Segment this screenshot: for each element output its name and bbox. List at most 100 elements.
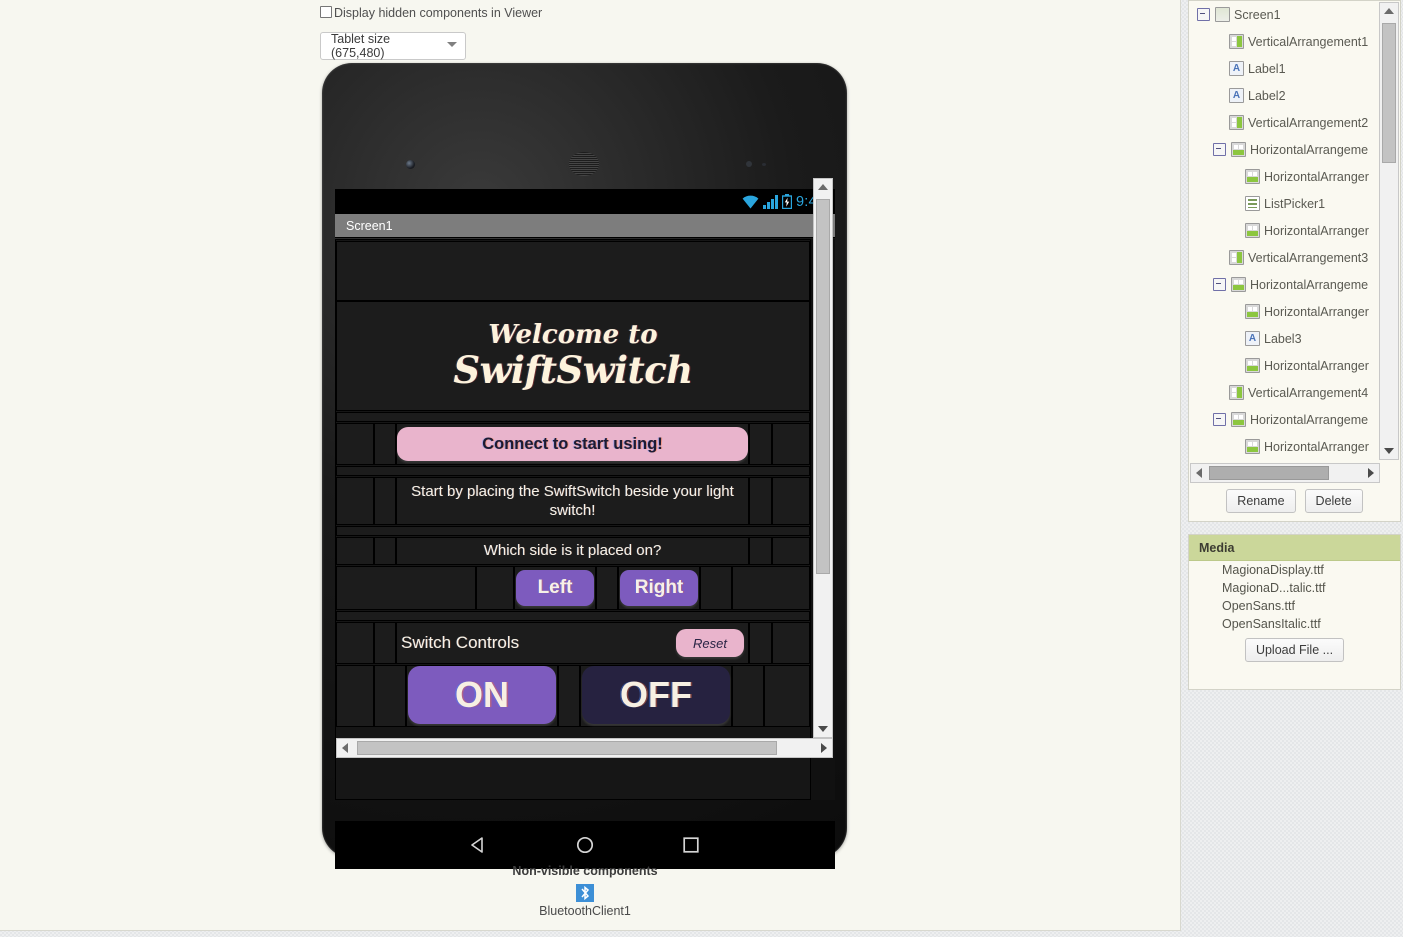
media-panel-header: Media [1189, 535, 1400, 561]
tree-node[interactable]: A Label1 [1189, 55, 1380, 82]
upload-file-button[interactable]: Upload File ... [1244, 638, 1345, 662]
on-off-row: ON OFF [336, 665, 810, 727]
screen-size-select[interactable]: Tablet size (675,480) [320, 32, 466, 60]
right-button[interactable]: Right [620, 570, 698, 606]
tree-node-label: Label1 [1248, 61, 1286, 76]
rename-button[interactable]: Rename [1226, 489, 1296, 513]
tree-toggle-placeholder [1229, 333, 1240, 344]
welcome-label: Welcome to [488, 319, 658, 350]
vertical-arrangement-5[interactable] [336, 611, 810, 621]
non-visible-component-label[interactable]: BluetoothClient1 [0, 904, 1170, 918]
tree-collapse-toggle-icon[interactable] [1213, 413, 1226, 426]
tree-scroll-right-icon[interactable] [1368, 468, 1374, 478]
tree-node[interactable]: VerticalArrangement2 [1189, 109, 1380, 136]
tree-scroll-down-icon[interactable] [1384, 448, 1394, 454]
on-button[interactable]: ON [408, 666, 556, 724]
media-file-item[interactable]: MagionaDisplay.ttf [1189, 561, 1400, 579]
horizontal-arrangement-icon [1245, 304, 1260, 319]
tree-node[interactable]: HorizontalArranger [1189, 217, 1380, 244]
scroll-right-icon[interactable] [821, 743, 827, 753]
vertical-arrangement-4[interactable] [336, 526, 810, 536]
media-file-item[interactable]: OpenSansItalic.ttf [1189, 615, 1400, 633]
left-button[interactable]: Left [516, 570, 594, 606]
tree-node[interactable]: HorizontalArranger [1189, 163, 1380, 190]
tree-horizontal-scrollbar-thumb[interactable] [1209, 466, 1329, 480]
reset-button[interactable]: Reset [676, 629, 744, 657]
tree-node[interactable]: A Label2 [1189, 82, 1380, 109]
tree-node-label: Label3 [1264, 331, 1302, 346]
row-pad-left-outer [336, 423, 374, 465]
tree-node[interactable]: A Label3 [1189, 325, 1380, 352]
tree-vertical-scrollbar-thumb[interactable] [1382, 23, 1396, 163]
horizontal-scrollbar-thumb[interactable] [357, 741, 777, 755]
tree-toggle-placeholder [1229, 306, 1240, 317]
vertical-arrangement-title[interactable]: Welcome to SwiftSwitch [336, 301, 810, 411]
lr-gap [596, 566, 618, 610]
viewer-vertical-scrollbar[interactable] [813, 178, 833, 738]
tree-collapse-toggle-icon[interactable] [1197, 8, 1210, 21]
off-button-container: OFF [580, 665, 732, 727]
tree-toggle-placeholder [1229, 441, 1240, 452]
onoff-pad-left-inner [374, 665, 406, 727]
app-title-text: Screen1 [346, 218, 393, 233]
scroll-up-icon[interactable] [818, 184, 828, 190]
tree-collapse-toggle-icon[interactable] [1213, 143, 1226, 156]
tree-scroll-up-icon[interactable] [1384, 8, 1394, 14]
scroll-left-icon[interactable] [342, 743, 348, 753]
recents-icon[interactable] [681, 835, 701, 855]
back-icon[interactable] [469, 835, 489, 855]
tree-vertical-scrollbar[interactable] [1379, 2, 1399, 460]
tree-node[interactable]: ListPicker1 [1189, 190, 1380, 217]
question-container: Which side is it placed on? [396, 537, 749, 565]
off-button[interactable]: OFF [582, 666, 730, 724]
tree-node[interactable]: Screen1 [1189, 1, 1380, 28]
display-hidden-components-checkbox[interactable] [320, 6, 332, 18]
tree-node[interactable]: VerticalArrangement4 [1189, 379, 1380, 406]
app-screen: Welcome to SwiftSwitch Connect to start … [335, 239, 835, 800]
row-pad-right-inner [749, 622, 772, 664]
lr-pad-right-inner [700, 566, 732, 610]
scroll-down-icon[interactable] [818, 726, 828, 732]
tree-node[interactable]: HorizontalArrangeme [1189, 271, 1380, 298]
tree-toggle-placeholder [1229, 225, 1240, 236]
tree-node[interactable]: HorizontalArranger [1189, 352, 1380, 379]
vertical-arrangement-1[interactable] [336, 241, 810, 301]
tree-toggle-placeholder [1213, 36, 1224, 47]
tree-horizontal-scrollbar[interactable] [1190, 463, 1380, 483]
home-icon[interactable] [575, 835, 595, 855]
tree-node-label: HorizontalArranger [1264, 304, 1369, 319]
viewer-controls: Display hidden components in Viewer Tabl… [320, 6, 740, 60]
instruction-label: Start by placing the SwiftSwitch beside … [411, 482, 734, 519]
viewer-horizontal-scrollbar[interactable] [336, 738, 833, 758]
media-file-item[interactable]: OpenSans.ttf [1189, 597, 1400, 615]
vertical-arrangement-icon [1229, 250, 1244, 265]
row-pad-left-inner [374, 537, 396, 565]
tree-node-label: Screen1 [1234, 7, 1281, 22]
tree-toggle-placeholder [1213, 387, 1224, 398]
tree-node[interactable]: HorizontalArrangeme [1189, 136, 1380, 163]
tree-node[interactable]: VerticalArrangement3 [1189, 244, 1380, 271]
tree-node[interactable]: HorizontalArrangeme [1189, 406, 1380, 433]
horizontal-arrangement-icon [1231, 412, 1246, 427]
tree-node-label: VerticalArrangement2 [1248, 115, 1369, 130]
delete-button[interactable]: Delete [1304, 489, 1363, 513]
horizontal-arrangement-icon [1245, 358, 1260, 373]
lr-pad-right [732, 566, 810, 610]
components-panel: Screen1 VerticalArrangement1 A Label1 A Label… [1188, 0, 1401, 522]
light-sensor-icon [762, 163, 766, 166]
media-file-item[interactable]: MagionaD...talic.ttf [1189, 579, 1400, 597]
bluetooth-icon[interactable] [576, 884, 594, 902]
tree-node[interactable]: VerticalArrangement1 [1189, 28, 1380, 55]
row-pad-right-outer [772, 537, 810, 565]
vertical-arrangement-3[interactable] [336, 466, 810, 476]
vertical-arrangement-2[interactable] [336, 412, 810, 422]
vertical-scrollbar-thumb[interactable] [816, 199, 830, 574]
tree-scroll-left-icon[interactable] [1196, 468, 1202, 478]
tree-node[interactable]: HorizontalArranger [1189, 433, 1380, 460]
row-pad-left-inner [374, 477, 396, 525]
connect-button[interactable]: Connect to start using! [397, 427, 748, 461]
tree-node[interactable]: HorizontalArranger [1189, 298, 1380, 325]
tree-collapse-toggle-icon[interactable] [1213, 278, 1226, 291]
row-pad-right-inner [749, 423, 772, 465]
signal-bars-icon [762, 194, 778, 209]
